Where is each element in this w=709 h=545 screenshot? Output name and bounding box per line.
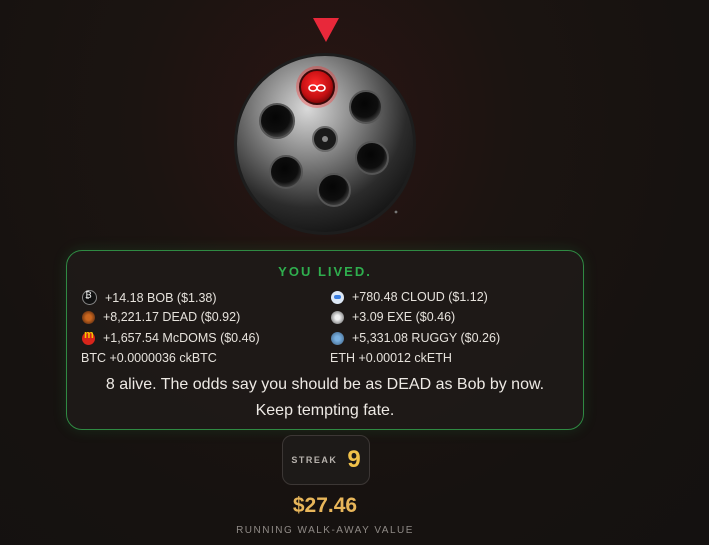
reward-cloud: +780.48 CLOUD ($1.12)	[331, 290, 488, 304]
streak-badge: STREAK 9	[282, 435, 370, 485]
streak-value: 9	[347, 446, 361, 473]
reward-ruggy: +5,331.08 RUGGY ($0.26)	[331, 331, 500, 345]
pointer-triangle-icon	[313, 18, 339, 42]
chamber	[269, 155, 303, 189]
reward-bob: +14.18 BOB ($1.38)	[82, 290, 217, 305]
reward-cketh: ETH +0.00012 ckETH	[330, 351, 452, 365]
odds-message: 8 alive. The odds say you should be as D…	[105, 376, 545, 419]
revolver-cylinder[interactable]	[233, 52, 417, 236]
exe-coin-icon	[331, 310, 344, 324]
result-card: YOU LIVED. +14.18 BOB ($1.38) +780.48 CL…	[66, 250, 584, 430]
reward-ckbtc: BTC +0.0000036 ckBTC	[81, 351, 217, 365]
chamber	[355, 141, 389, 175]
streak-label: STREAK	[291, 455, 338, 465]
mcdoms-coin-icon	[82, 329, 95, 345]
walk-away-label: RUNNING WALK-AWAY VALUE	[236, 525, 414, 536]
reward-dead: +8,221.17 DEAD ($0.92)	[82, 310, 240, 324]
chamber-loaded	[296, 66, 338, 108]
reward-exe: +3.09 EXE ($0.46)	[331, 310, 455, 324]
dead-coin-icon	[82, 310, 95, 324]
chamber	[349, 90, 383, 124]
result-title: YOU LIVED.	[278, 264, 372, 279]
reward-mcdoms: +1,657.54 McDOMS ($0.46)	[82, 329, 260, 345]
walk-away-value: $27.46	[292, 494, 358, 517]
ruggy-coin-icon	[331, 331, 344, 345]
bob-coin-icon	[82, 290, 97, 305]
cloud-coin-icon	[331, 290, 344, 304]
chamber	[317, 173, 351, 207]
chamber	[259, 103, 295, 139]
